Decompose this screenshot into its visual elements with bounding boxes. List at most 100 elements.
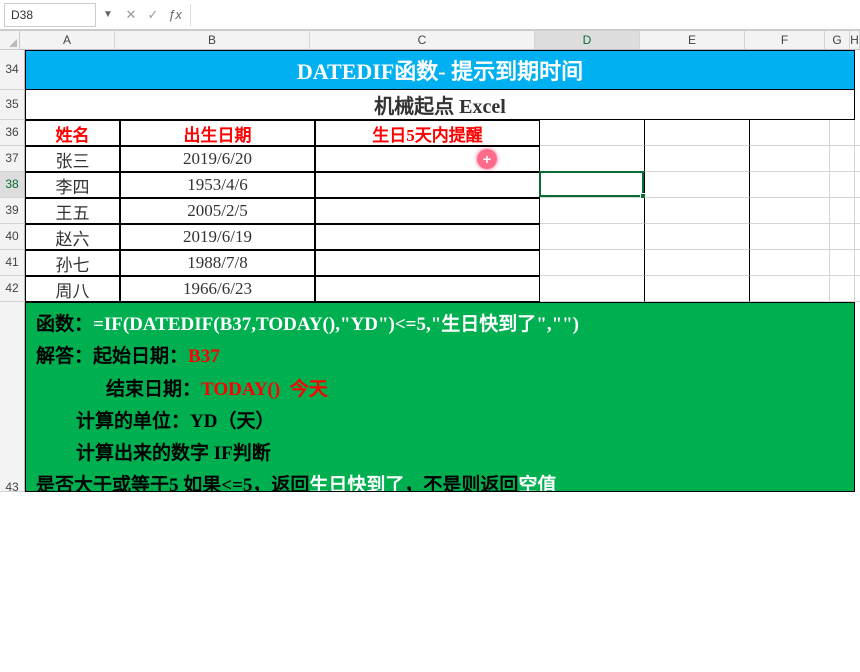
subtitle-cell[interactable]: 机械起点 Excel (25, 90, 855, 120)
cell-F41[interactable] (750, 250, 830, 276)
expl-l6b: 生日快到了 (309, 475, 404, 492)
col-header-H[interactable]: H (850, 30, 860, 50)
birthdate-cell[interactable]: 2019/6/19 (120, 224, 315, 250)
col-header-B[interactable]: B (115, 30, 310, 50)
cursor-indicator-icon (477, 149, 497, 169)
cell-H40[interactable] (855, 224, 860, 250)
cell-E42[interactable] (645, 276, 750, 302)
col-header-C[interactable]: C (310, 30, 535, 50)
cell-G38[interactable] (830, 172, 855, 198)
formula-input[interactable] (195, 3, 860, 27)
sheet-area: A B C D E F G H 34 DATEDIF函数- 提示到期时间 35 … (0, 30, 860, 492)
birthdate-cell[interactable]: 2005/2/5 (120, 198, 315, 224)
header-birthdate[interactable]: 出生日期 (120, 120, 315, 146)
confirm-icon[interactable]: ✓ (142, 4, 164, 26)
name-cell[interactable]: 周八 (25, 276, 120, 302)
cell-F38[interactable] (750, 172, 830, 198)
cell-F39[interactable] (750, 198, 830, 224)
expl-l1a: 函数： (36, 314, 93, 335)
name-cell[interactable]: 李四 (25, 172, 120, 198)
row-header-41[interactable]: 41 (0, 250, 25, 276)
cell-D36[interactable] (540, 120, 645, 146)
cell-E37[interactable] (645, 146, 750, 172)
birthdate-cell[interactable]: 1966/6/23 (120, 276, 315, 302)
name-box-dropdown-icon[interactable]: ▼ (100, 9, 116, 20)
col-header-A[interactable]: A (20, 30, 115, 50)
expl-l6a: 是否大于或等于5 如果<=5，返回 (36, 475, 309, 492)
birthdate-cell[interactable]: 2019/6/20 (120, 146, 315, 172)
col-header-D[interactable]: D (535, 30, 640, 50)
cell-G37[interactable] (830, 146, 855, 172)
row-header-37[interactable]: 37 (0, 146, 25, 172)
row-header-35[interactable]: 35 (0, 90, 25, 120)
header-reminder[interactable]: 生日5天内提醒 (315, 120, 540, 146)
cell-G41[interactable] (830, 250, 855, 276)
expl-l6c: ，不是则返回 (404, 475, 518, 492)
cell-F36[interactable] (750, 120, 830, 146)
cell-E41[interactable] (645, 250, 750, 276)
cell-D42[interactable] (540, 276, 645, 302)
cell-G40[interactable] (830, 224, 855, 250)
cell-H41[interactable] (855, 250, 860, 276)
fx-icon[interactable]: ƒx (164, 4, 186, 26)
cell-D38[interactable] (540, 172, 645, 198)
row-header-34[interactable]: 34 (0, 50, 25, 90)
name-box[interactable]: D38 (4, 3, 96, 27)
expl-l3a: 结束日期： (106, 379, 201, 400)
name-cell[interactable]: 赵六 (25, 224, 120, 250)
formula-bar: D38 ▼ ✕ ✓ ƒx (0, 0, 860, 30)
cell-H42[interactable] (855, 276, 860, 302)
reminder-cell[interactable] (315, 146, 540, 172)
cell-H38[interactable] (855, 172, 860, 198)
cell-E40[interactable] (645, 224, 750, 250)
col-header-G[interactable]: G (825, 30, 850, 50)
col-header-F[interactable]: F (745, 30, 825, 50)
cancel-icon[interactable]: ✕ (120, 4, 142, 26)
name-cell[interactable]: 孙七 (25, 250, 120, 276)
row-header-43[interactable]: 43 (0, 302, 25, 492)
reminder-cell[interactable] (315, 250, 540, 276)
expl-l1b: =IF(DATEDIF(B37,TODAY(),"YD")<=5,"生日快到了"… (93, 314, 579, 335)
row-header-42[interactable]: 42 (0, 276, 25, 302)
cell-E36[interactable] (645, 120, 750, 146)
row-header-39[interactable]: 39 (0, 198, 25, 224)
explanation-block[interactable]: 函数：=IF(DATEDIF(B37,TODAY(),"YD")<=5,"生日快… (25, 302, 855, 492)
row-header-40[interactable]: 40 (0, 224, 25, 250)
cell-F37[interactable] (750, 146, 830, 172)
cell-H36[interactable] (855, 120, 860, 146)
name-cell[interactable]: 王五 (25, 198, 120, 224)
col-header-E[interactable]: E (640, 30, 745, 50)
row-header-36[interactable]: 36 (0, 120, 25, 146)
cell-G42[interactable] (830, 276, 855, 302)
expl-l2c: B37 (188, 346, 220, 367)
cell-H37[interactable] (855, 146, 860, 172)
cell-D37[interactable] (540, 146, 645, 172)
reminder-cell[interactable] (315, 276, 540, 302)
row-header-38[interactable]: 38 (0, 172, 25, 198)
cell-E39[interactable] (645, 198, 750, 224)
name-cell[interactable]: 张三 (25, 146, 120, 172)
cell-F42[interactable] (750, 276, 830, 302)
cell-G36[interactable] (830, 120, 855, 146)
expl-l2a: 解答： (36, 346, 93, 367)
birthdate-cell[interactable]: 1953/4/6 (120, 172, 315, 198)
cell-D40[interactable] (540, 224, 645, 250)
cell-F40[interactable] (750, 224, 830, 250)
active-cell-ref: D38 (11, 8, 33, 22)
reminder-cell[interactable] (315, 198, 540, 224)
cell-D41[interactable] (540, 250, 645, 276)
reminder-cell[interactable] (315, 172, 540, 198)
formula-bar-buttons: ✕ ✓ ƒx (116, 4, 191, 26)
cell-G39[interactable] (830, 198, 855, 224)
birthdate-cell[interactable]: 1988/7/8 (120, 250, 315, 276)
title-cell[interactable]: DATEDIF函数- 提示到期时间 (25, 50, 855, 90)
expl-l6d: 空值 (518, 475, 556, 492)
expl-l3c: 今天 (290, 379, 328, 400)
cell-H39[interactable] (855, 198, 860, 224)
reminder-cell[interactable] (315, 224, 540, 250)
cell-D39[interactable] (540, 198, 645, 224)
cell-E38[interactable] (645, 172, 750, 198)
header-name[interactable]: 姓名 (25, 120, 120, 146)
expl-l3b: TODAY() (201, 379, 280, 400)
select-all-triangle[interactable] (0, 30, 20, 50)
